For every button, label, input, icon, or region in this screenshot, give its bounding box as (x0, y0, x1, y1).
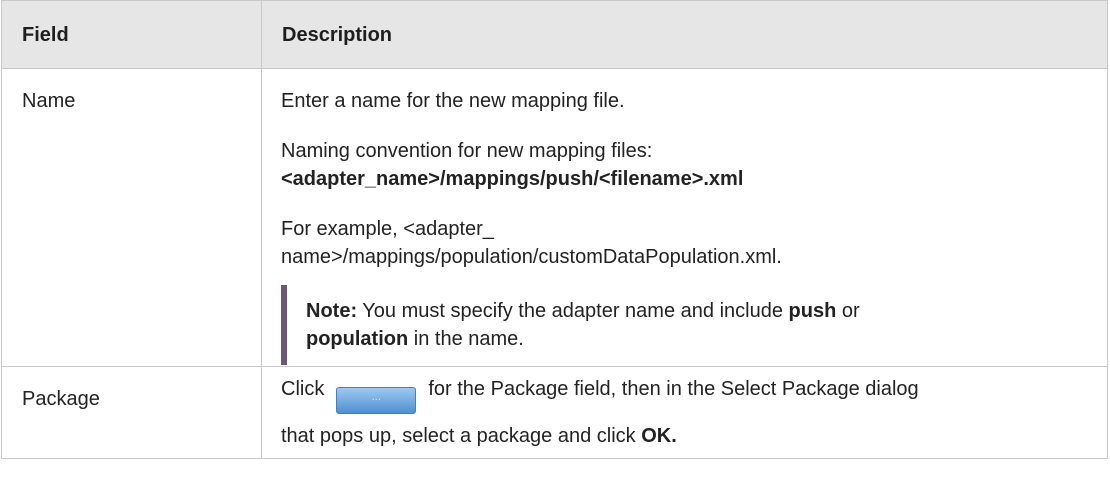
naming-convention-text: Naming convention for new mapping files: (281, 140, 653, 162)
header-field: Field (1, 0, 262, 69)
note-box: Note: You must specify the adapter name … (281, 285, 1087, 365)
package-desc-post: for the Package field, then in the Selec… (428, 378, 919, 400)
note-bold-push: push (788, 300, 837, 322)
browse-button[interactable]: ... (336, 387, 417, 414)
table-row-name: Name Enter a name for the new mapping fi… (1, 68, 1108, 367)
package-desc-pre: Click (281, 378, 325, 400)
table-header-row: Field Description (1, 0, 1108, 69)
name-desc-3: For example, <adapter_ name>/mappings/po… (281, 215, 1087, 271)
table-row-package: Package Click... for the Package field, t… (1, 366, 1108, 459)
example-line-1: For example, <adapter_ (281, 218, 494, 240)
note-text-3: in the name. (408, 328, 524, 350)
name-desc-2: Naming convention for new mapping files:… (281, 137, 1087, 193)
description-package: Click... for the Package field, then in t… (261, 366, 1108, 459)
note-text-1: You must specify the adapter name and in… (357, 300, 789, 322)
ok-text: OK. (641, 425, 677, 447)
fields-table: Field Description Name Enter a name for … (1, 0, 1108, 459)
field-name: Name (1, 68, 262, 367)
example-line-2: name>/mappings/population/customDataPopu… (281, 246, 782, 268)
package-desc-line2: that pops up, select a package and click (281, 425, 642, 447)
name-desc-1: Enter a name for the new mapping file. (281, 90, 625, 112)
field-package: Package (1, 366, 262, 459)
header-description: Description (261, 0, 1108, 69)
note-wrapper: Note: You must specify the adapter name … (281, 285, 1087, 366)
note-text-2: or (836, 300, 860, 322)
note-bold-population: population (306, 328, 409, 350)
description-name: Enter a name for the new mapping file. N… (261, 68, 1108, 367)
note-label: Note: (306, 300, 358, 322)
naming-convention-pattern: <adapter_name>/mappings/push/<filename>.… (281, 168, 744, 190)
